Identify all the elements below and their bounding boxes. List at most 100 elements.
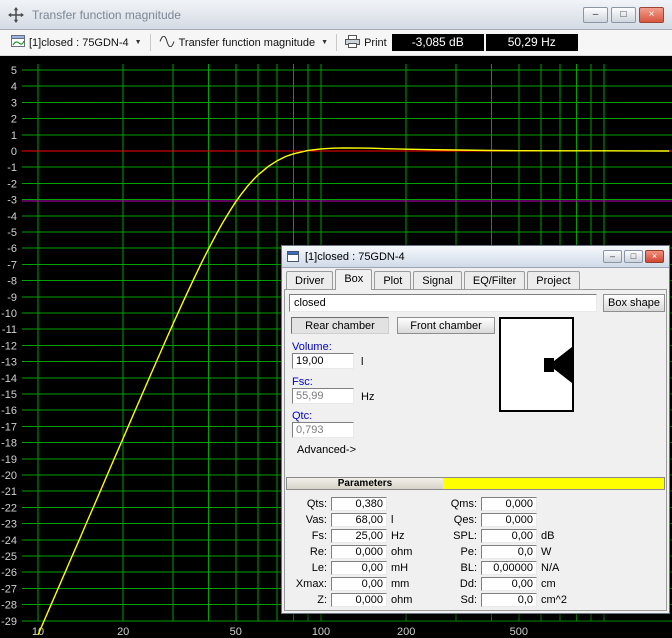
cursor-db-readout: -3,085 dB — [392, 34, 484, 51]
y-axis-tick-label: -3 — [7, 195, 17, 207]
y-axis-tick-label: -27 — [1, 583, 17, 595]
parameter-row: Fs:HzSPL:dB — [285, 528, 666, 544]
window-titlebar[interactable]: Transfer function magnitude – □ × — [0, 0, 672, 30]
param-value-input[interactable] — [331, 593, 387, 607]
param-value-input[interactable] — [331, 577, 387, 591]
fsc-input[interactable] — [292, 388, 354, 404]
window-title: Transfer function magnitude — [32, 8, 580, 22]
y-axis-tick-label: -12 — [1, 340, 17, 352]
parameter-row: Qts: Qms: — [285, 496, 666, 512]
close-icon: × — [649, 10, 655, 20]
x-axis-tick-label: 500 — [510, 626, 528, 638]
tab-project[interactable]: Project — [527, 271, 579, 289]
print-button[interactable]: Print — [340, 33, 392, 53]
tab-driver[interactable]: Driver — [286, 271, 333, 289]
x-axis-tick-label: 100 — [312, 626, 330, 638]
param-value-input[interactable] — [481, 497, 537, 511]
qtc-input[interactable] — [292, 422, 354, 438]
parameter-row: Xmax:mmDd:cm — [285, 576, 666, 592]
param-value-input[interactable] — [331, 513, 387, 527]
y-axis-tick-label: -23 — [1, 519, 17, 531]
close-icon: × — [652, 252, 657, 261]
tab-signal[interactable]: Signal — [413, 271, 462, 289]
y-axis-tick-label: -9 — [7, 292, 17, 304]
param-label: Qes: — [425, 514, 481, 526]
y-axis-tick-label: -20 — [1, 470, 17, 482]
y-axis-tick-label: 4 — [11, 81, 17, 93]
y-axis-tick-label: -26 — [1, 567, 17, 579]
parameters-progress-bar — [443, 478, 664, 489]
y-axis-tick-label: 2 — [11, 114, 17, 126]
chevron-down-icon: ▼ — [135, 39, 142, 46]
x-axis-tick-label: 10 — [32, 626, 44, 638]
dialog-title: [1]closed : 75GDN-4 — [305, 251, 601, 263]
param-value-input[interactable] — [481, 593, 537, 607]
y-axis-tick-label: -16 — [1, 405, 17, 417]
y-axis-tick-label: -7 — [7, 259, 17, 271]
y-axis-tick-label: -15 — [1, 389, 17, 401]
parameters-header: Parameters — [286, 477, 665, 490]
front-chamber-button[interactable]: Front chamber — [397, 317, 495, 334]
sine-curve-icon — [159, 36, 175, 50]
dialog-titlebar[interactable]: [1]closed : 75GDN-4 – □ × — [282, 246, 669, 268]
y-axis-tick-label: -17 — [1, 421, 17, 433]
param-value-input[interactable] — [481, 529, 537, 543]
y-axis-tick-label: -6 — [7, 243, 17, 255]
param-label: Qts: — [291, 498, 331, 510]
window-icon — [287, 251, 301, 262]
param-value-input[interactable] — [481, 513, 537, 527]
param-label: Sd: — [425, 594, 481, 606]
parameters-header-label: Parameters — [287, 478, 443, 489]
param-unit: ohm — [387, 546, 425, 558]
y-axis-tick-label: -29 — [1, 616, 17, 628]
box-name-input[interactable] — [289, 294, 597, 312]
rear-chamber-button[interactable]: Rear chamber — [291, 317, 389, 334]
minimize-button[interactable]: – — [583, 7, 608, 23]
param-label: Vas: — [291, 514, 331, 526]
param-label: Z: — [291, 594, 331, 606]
param-value-input[interactable] — [331, 529, 387, 543]
param-value-input[interactable] — [331, 497, 387, 511]
parameter-row: Re:ohmPe:W — [285, 544, 666, 560]
plot-type-dropdown[interactable]: Transfer function magnitude ▼ — [154, 34, 334, 52]
param-unit: cm — [537, 578, 575, 590]
param-label: Dd: — [425, 578, 481, 590]
param-unit: cm^2 — [537, 594, 575, 606]
cursor-hz-readout: 50,29 Hz — [486, 34, 578, 51]
dialog-close-button[interactable]: × — [645, 250, 664, 263]
parameter-row: Z:ohmSd:cm^2 — [285, 592, 666, 608]
y-axis-tick-label: -1 — [7, 162, 17, 174]
dialog-minimize-button[interactable]: – — [603, 250, 622, 263]
y-axis-tick-label: 1 — [11, 130, 17, 142]
param-label: BL: — [425, 562, 481, 574]
parameter-row: Le:mHBL:N/A — [285, 560, 666, 576]
advanced-button[interactable]: Advanced-> — [297, 444, 356, 456]
y-axis-tick-label: 0 — [11, 146, 17, 158]
dialog-maximize-button[interactable]: □ — [624, 250, 643, 263]
maximize-button[interactable]: □ — [611, 7, 636, 23]
param-unit: mH — [387, 562, 425, 574]
volume-input[interactable] — [292, 353, 354, 369]
y-axis-tick-label: -22 — [1, 502, 17, 514]
param-value-input[interactable] — [481, 561, 537, 575]
winisd-app: Transfer function magnitude – □ × [1]clo… — [0, 0, 672, 638]
param-value-input[interactable] — [481, 577, 537, 591]
y-axis-tick-label: -24 — [1, 535, 17, 547]
box-tab-page: Box shape Rear chamber Front chamber Vol… — [284, 289, 667, 611]
param-label: Le: — [291, 562, 331, 574]
tab-box[interactable]: Box — [335, 269, 372, 290]
box-shape-button[interactable]: Box shape — [603, 294, 665, 312]
tab-eq-filter[interactable]: EQ/Filter — [464, 271, 525, 289]
param-value-input[interactable] — [331, 561, 387, 575]
curve-selector-dropdown[interactable]: [1]closed : 75GDN-4 ▼ — [6, 33, 147, 52]
pan-crosshair-icon — [8, 7, 26, 23]
param-value-input[interactable] — [481, 545, 537, 559]
param-label: Qms: — [425, 498, 481, 510]
close-button[interactable]: × — [639, 7, 664, 23]
param-label: Re: — [291, 546, 331, 558]
param-value-input[interactable] — [331, 545, 387, 559]
chevron-down-icon: ▼ — [321, 39, 328, 46]
y-axis-tick-label: -21 — [1, 486, 17, 498]
y-axis-tick-label: 5 — [11, 65, 17, 77]
tab-plot[interactable]: Plot — [374, 271, 411, 289]
